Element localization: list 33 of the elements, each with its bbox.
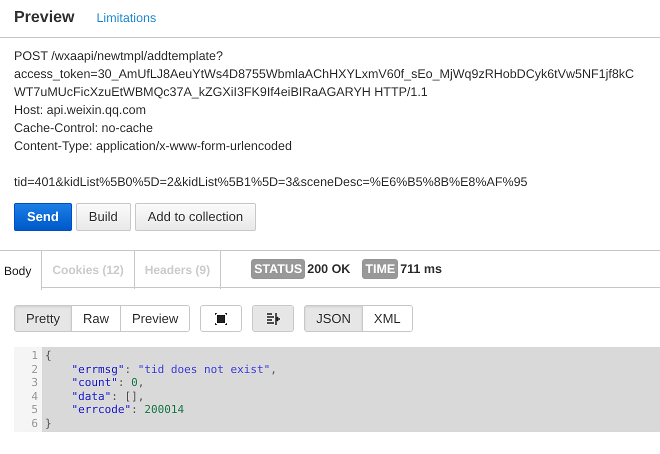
status-value: 200 OK [307,260,350,278]
line-number: 6 [30,416,38,430]
wrap-button[interactable] [252,305,294,332]
response-tab[interactable]: Body [0,251,42,290]
code-block: { "errmsg": "tid does not exist", "count": 0, "data": [], "errcode": 200014 } [42,347,660,432]
request-line: Content-Type: application/x-www-form-urlencoded [14,138,293,155]
view-toggle[interactable]: JSON [304,305,363,332]
request-body-line: tid=401&kidList%5B0%5D=2&kidList%5B1%5D=3&sceneDesc=%E6%B5%8B%E8%AF%95 [14,174,528,191]
request-line: Host: api.weixin.qq.com [14,102,148,119]
line-number: 5 [30,403,38,416]
action-button[interactable]: Build [76,203,131,231]
time-value: 711 ms [400,260,442,278]
send-button[interactable]: Send [14,203,72,231]
view-toggle[interactable]: Raw [70,305,121,332]
request-line: access_token=30_AmUfLJ8AeuYtWs4D8755WbmlaAChHXYLxmV60f_sEo_MjWq9zRHobDCyk6tVw5NF1jf8kC [14,66,636,83]
request-line: POST /wxaapi/newtmpl/addtemplate? [14,48,224,65]
line-number: 1 [30,349,38,362]
time-badge: TIME [362,258,398,280]
view-toggle[interactable]: XML [362,305,413,332]
status-badge: STATUS [251,258,306,280]
fullscreen-icon [215,312,228,324]
line-number: 3 [30,376,38,390]
action-button[interactable]: Add to collection [134,203,256,231]
line-number: 4 [30,390,38,403]
wrap-icon [266,312,280,324]
fullscreen-button[interactable] [200,305,242,332]
request-line: WT7uMUcFicXzuEtWBMQc37A_kZGXiI3FK9If4eiBIRaAGARYH HTTP/1.1 [14,84,429,101]
view-toggle[interactable]: Pretty [14,305,72,332]
view-toggle[interactable]: Preview [120,305,190,332]
line-number: 2 [30,362,38,376]
request-line: Cache-Control: no-cache [14,120,154,137]
limitations-link[interactable]: Limitations [96,9,156,28]
panel-title: Preview [14,8,74,28]
